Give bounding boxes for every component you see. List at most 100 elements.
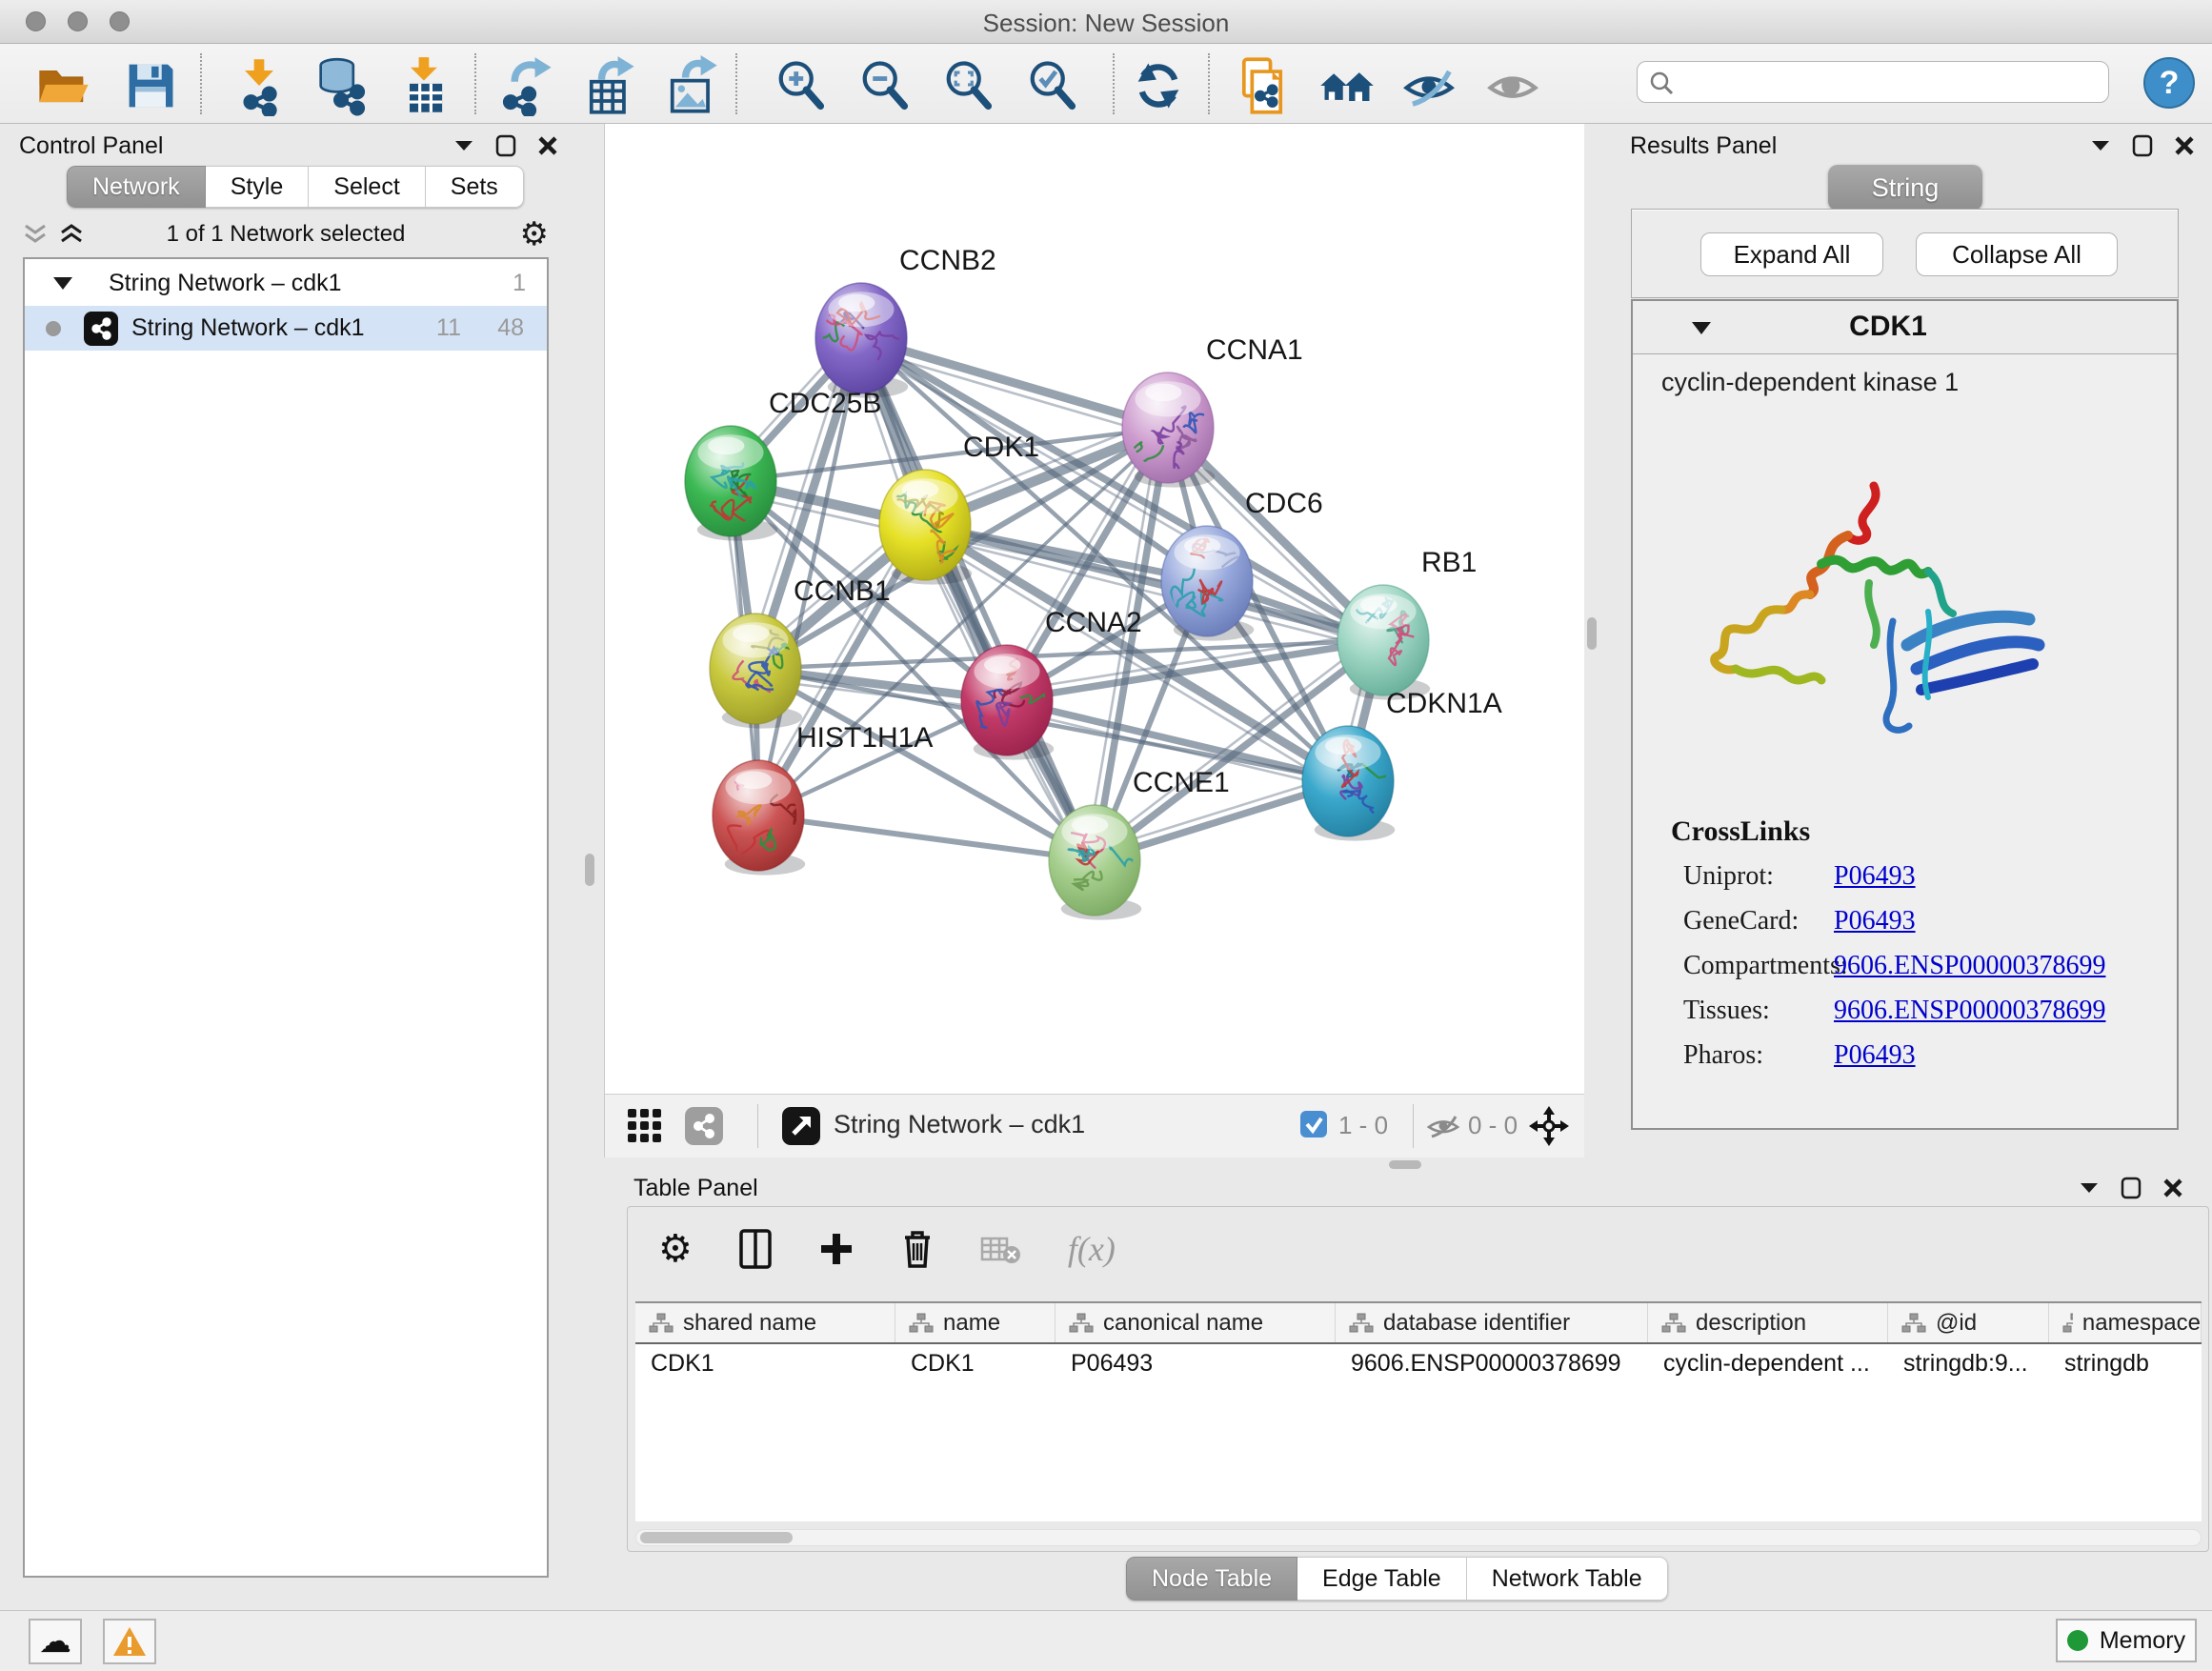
table-cell[interactable]: P06493 bbox=[1056, 1344, 1336, 1382]
left-splitter-handle[interactable] bbox=[585, 854, 594, 886]
apply-layout-icon[interactable] bbox=[1128, 55, 1189, 116]
export-table-icon[interactable] bbox=[579, 55, 640, 116]
collapse-triangle-icon[interactable] bbox=[1692, 322, 1711, 334]
birdseye-navigator-icon[interactable] bbox=[1527, 1104, 1571, 1153]
string-view-badge-icon[interactable] bbox=[685, 1107, 723, 1150]
warning-icon bbox=[111, 1625, 148, 1658]
add-column-icon[interactable] bbox=[818, 1231, 855, 1267]
panel-menu-icon[interactable] bbox=[2090, 139, 2111, 152]
column-header-canonical-name[interactable]: canonical name bbox=[1056, 1303, 1336, 1342]
export-network-icon[interactable] bbox=[496, 55, 557, 116]
panel-menu-icon[interactable] bbox=[453, 139, 474, 152]
main-toolbar: ? bbox=[0, 44, 2212, 124]
zoom-out-icon[interactable] bbox=[854, 55, 915, 116]
tab-string[interactable]: String bbox=[1828, 165, 1982, 211]
show-grid-icon[interactable] bbox=[626, 1107, 664, 1150]
network-node-CDKN1A[interactable]: CDKN1A bbox=[1302, 688, 1502, 841]
column-header-label: canonical name bbox=[1103, 1310, 1263, 1337]
gene-section-header[interactable]: CDK1 bbox=[1633, 301, 2177, 354]
tab-edge-table[interactable]: Edge Table bbox=[1297, 1557, 1467, 1601]
column-header-shared-name[interactable]: shared name bbox=[635, 1303, 895, 1342]
help-button[interactable]: ? bbox=[2143, 57, 2195, 109]
show-all-networks-icon[interactable] bbox=[1317, 55, 1377, 116]
collapse-all-networks-icon[interactable] bbox=[59, 224, 84, 245]
tab-node-table[interactable]: Node Table bbox=[1126, 1557, 1297, 1601]
network-view-toolbar: String Network – cdk1 1 - 0 0 - 0 bbox=[605, 1094, 1584, 1158]
network-row-selected[interactable]: String Network – cdk1 11 48 bbox=[25, 306, 547, 351]
column-header-name[interactable]: name bbox=[895, 1303, 1056, 1342]
panel-close-icon[interactable] bbox=[2162, 1178, 2183, 1198]
show-columns-icon[interactable] bbox=[738, 1228, 773, 1270]
function-builder-icon: f(x) bbox=[1068, 1229, 1116, 1269]
detach-view-icon[interactable] bbox=[782, 1107, 820, 1150]
tab-network-table[interactable]: Network Table bbox=[1467, 1557, 1668, 1601]
zoom-selected-icon[interactable] bbox=[1021, 55, 1082, 116]
crosslink-link[interactable]: 9606.ENSP00000378699 bbox=[1834, 951, 2105, 981]
search-input[interactable] bbox=[1683, 66, 2093, 98]
column-type-icon bbox=[649, 1313, 674, 1334]
table-cell[interactable]: stringdb:9... bbox=[1888, 1344, 2049, 1382]
crosslink-link[interactable]: 9606.ENSP00000378699 bbox=[1834, 996, 2105, 1026]
column-header-description[interactable]: description bbox=[1648, 1303, 1888, 1342]
collapse-triangle-icon[interactable] bbox=[53, 277, 72, 290]
expand-all-networks-icon[interactable] bbox=[23, 224, 48, 245]
selected-checkbox-icon[interactable] bbox=[1300, 1111, 1327, 1142]
crosslink-row: Tissues:9606.ENSP00000378699 bbox=[1683, 996, 2160, 1040]
collapse-all-button[interactable]: Collapse All bbox=[1916, 232, 2118, 276]
table-horizontal-scrollbar[interactable] bbox=[635, 1529, 2202, 1546]
table-cell[interactable]: CDK1 bbox=[895, 1344, 1056, 1382]
crosslink-link[interactable]: P06493 bbox=[1834, 1040, 1916, 1071]
crosslink-link[interactable]: P06493 bbox=[1834, 861, 1916, 892]
tab-select[interactable]: Select bbox=[309, 166, 425, 208]
hidden-node-edge-count: 0 - 0 bbox=[1468, 1111, 1518, 1140]
bottom-splitter-handle[interactable] bbox=[1389, 1160, 1421, 1169]
tab-sets[interactable]: Sets bbox=[426, 166, 524, 208]
warnings-button[interactable] bbox=[103, 1619, 156, 1664]
table-cell[interactable]: CDK1 bbox=[635, 1344, 895, 1382]
network-edge[interactable] bbox=[758, 815, 1095, 860]
network-node-RB1[interactable]: RB1 bbox=[1326, 547, 1477, 700]
right-splitter-handle[interactable] bbox=[1587, 617, 1597, 650]
panel-float-icon[interactable] bbox=[495, 134, 516, 157]
panel-close-icon[interactable] bbox=[2174, 135, 2195, 156]
import-network-icon[interactable] bbox=[229, 55, 290, 116]
delete-column-icon[interactable] bbox=[900, 1228, 935, 1270]
copy-network-icon[interactable] bbox=[1232, 55, 1293, 116]
expand-all-button[interactable]: Expand All bbox=[1700, 232, 1883, 276]
network-node-HIST1H1A[interactable]: HIST1H1A bbox=[713, 722, 933, 876]
table-cell[interactable]: 9606.ENSP00000378699 bbox=[1336, 1344, 1648, 1382]
tab-style[interactable]: Style bbox=[206, 166, 310, 208]
import-network-from-database-icon[interactable] bbox=[311, 55, 372, 116]
save-session-icon[interactable] bbox=[120, 55, 181, 116]
import-table-icon[interactable] bbox=[394, 55, 455, 116]
network-canvas[interactable]: CCNB2CCNA1CDC25BCDK1CDC6RB1CCNB1CCNA2CDK… bbox=[605, 124, 1584, 1094]
tab-network[interactable]: Network bbox=[67, 166, 206, 208]
column-header-database-identifier[interactable]: database identifier bbox=[1336, 1303, 1648, 1342]
memory-button[interactable]: Memory bbox=[2056, 1619, 2197, 1662]
network-edge[interactable] bbox=[861, 338, 1168, 428]
network-options-gear-icon[interactable]: ⚙ bbox=[520, 215, 549, 253]
network-collection-row[interactable]: String Network – cdk1 1 bbox=[25, 261, 547, 306]
panel-float-icon[interactable] bbox=[2132, 134, 2153, 157]
table-cell[interactable]: stringdb bbox=[2049, 1344, 2202, 1382]
table-options-gear-icon[interactable]: ⚙ bbox=[658, 1227, 693, 1271]
crosslink-link[interactable]: P06493 bbox=[1834, 906, 1916, 936]
control-panel: Control Panel NetworkStyleSelectSets 1 o… bbox=[8, 124, 564, 1583]
selected-node-edge-count: 1 - 0 bbox=[1338, 1111, 1388, 1140]
panel-close-icon[interactable] bbox=[537, 135, 558, 156]
column-header-label: namespace bbox=[2082, 1310, 2201, 1337]
panel-float-icon[interactable] bbox=[2121, 1177, 2142, 1199]
zoom-fit-icon[interactable] bbox=[937, 55, 998, 116]
table-cell[interactable]: cyclin-dependent ... bbox=[1648, 1344, 1888, 1382]
scrollbar-thumb[interactable] bbox=[640, 1532, 793, 1543]
panel-menu-icon[interactable] bbox=[2079, 1181, 2100, 1195]
column-header--id[interactable]: @id bbox=[1888, 1303, 2049, 1342]
hide-unhide-icon[interactable] bbox=[1398, 55, 1459, 116]
table-row[interactable]: CDK1CDK1P064939606.ENSP00000378699cyclin… bbox=[635, 1344, 2202, 1382]
column-header-namespace[interactable]: namespace bbox=[2049, 1303, 2202, 1342]
network-state-dot bbox=[46, 321, 61, 336]
open-session-icon[interactable] bbox=[33, 55, 94, 116]
export-image-icon[interactable] bbox=[661, 55, 722, 116]
zoom-in-icon[interactable] bbox=[770, 55, 831, 116]
cloud-button[interactable]: ☁ bbox=[29, 1619, 82, 1664]
